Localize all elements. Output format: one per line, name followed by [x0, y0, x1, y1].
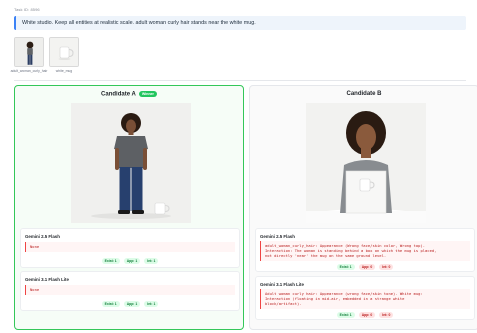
prompt-bar: White studio. Keep all entities at reali…: [14, 16, 466, 30]
candidate-a-panel: Candidate A Winner Gemini 2.5 Flash None…: [14, 85, 244, 330]
score-badges: Exist: 1 App: 1 Int: 1: [21, 258, 239, 264]
winner-badge: Winner: [138, 91, 157, 97]
candidate-b-panel: Candidate B Gemini 2.5 Flash adult_woman…: [249, 85, 477, 330]
input-caption: adult_woman_curly_hair: [10, 69, 48, 73]
score-badges: Exist: 1 App: 0 Int: 0: [256, 312, 474, 318]
divider: [14, 80, 466, 81]
int-score-badge: Int: 1: [144, 258, 159, 264]
candidate-a-header: Candidate A Winner: [15, 91, 243, 98]
eval-result-line: not directly 'near' the mug on the same …: [265, 253, 387, 259]
int-score-badge: Int: 1: [144, 301, 159, 307]
app-score-badge: App: 0: [358, 312, 376, 318]
candidate-b-header: Candidate B: [250, 91, 477, 97]
candidate-b-image[interactable]: [306, 103, 426, 223]
model-name: Gemini 2.5 Flash: [260, 234, 295, 239]
score-badges: Exist: 1 App: 0 Int: 0: [256, 264, 474, 270]
app-score-badge: App: 0: [358, 264, 376, 270]
eval-card: Gemini 2.5 Flash adult_woman_curly_hair:…: [255, 228, 475, 272]
mug-thumbnail-icon: [49, 37, 79, 67]
score-badges: Exist: 1 App: 1 Int: 1: [21, 301, 239, 307]
exist-score-badge: Exist: 1: [336, 264, 355, 270]
exist-score-badge: Exist: 1: [101, 301, 120, 307]
task-id: Task ID: 8596: [14, 7, 40, 12]
candidate-a-image[interactable]: [71, 103, 191, 223]
eval-result-line: block/artifact).: [265, 301, 302, 307]
int-score-badge: Int: 0: [379, 312, 394, 318]
eval-result: None: [25, 285, 235, 295]
input-thumbnails: adult_woman_curly_hair white_mug: [11, 37, 79, 73]
input-caption: white_mug: [55, 69, 73, 73]
candidate-a-title: Candidate A: [101, 91, 136, 98]
model-name: Gemini 3.1 Flash Lite: [25, 277, 69, 282]
eval-result: adult_woman_curly_hair: Appearance (Wron…: [260, 241, 470, 261]
eval-card: Gemini 2.5 Flash None Exist: 1 App: 1 In…: [20, 228, 240, 268]
model-name: Gemini 2.5 Flash: [25, 234, 60, 239]
input-thumb-mug[interactable]: white_mug: [49, 37, 79, 73]
eval-card: Gemini 3.1 Flash Lite Adult woman curly …: [255, 276, 475, 320]
candidate-b-title: Candidate B: [346, 91, 382, 97]
app-score-badge: App: 1: [123, 258, 141, 264]
model-name: Gemini 3.1 Flash Lite: [260, 282, 304, 287]
exist-score-badge: Exist: 1: [336, 312, 355, 318]
app-score-badge: App: 1: [123, 301, 141, 307]
eval-result: None: [25, 242, 235, 252]
eval-result: Adult woman curly hair: Appearance (wron…: [260, 289, 470, 309]
input-thumb-woman[interactable]: adult_woman_curly_hair: [11, 37, 47, 73]
exist-score-badge: Exist: 1: [101, 258, 120, 264]
person-thumbnail-icon: [14, 37, 44, 67]
int-score-badge: Int: 0: [379, 264, 394, 270]
eval-card: Gemini 3.1 Flash Lite None Exist: 1 App:…: [20, 271, 240, 311]
